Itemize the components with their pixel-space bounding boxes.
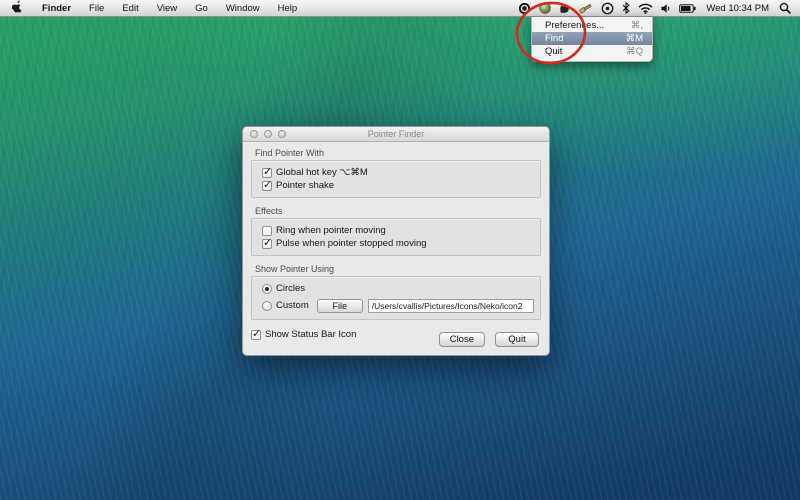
cat-icon[interactable]	[559, 3, 570, 14]
zoom-window-button[interactable]	[278, 130, 286, 138]
pointer-shake-checkbox[interactable]	[262, 181, 272, 191]
pointer-finder-window: Pointer Finder Find Pointer With Global …	[242, 126, 550, 356]
menu-help[interactable]: Help	[269, 0, 307, 16]
menu-bar-status-area: Wed 10:34 PM	[518, 0, 800, 16]
status-bar-icon-checkbox[interactable]	[251, 330, 261, 340]
group-find-pointer-with: Global hot key ⌥⌘M Pointer shake	[251, 160, 541, 198]
window-titlebar[interactable]: Pointer Finder	[243, 127, 549, 142]
apple-icon	[12, 0, 23, 16]
flashlight-icon[interactable]	[578, 2, 593, 15]
pulse-when-stopped-checkbox[interactable]	[262, 239, 272, 249]
menu-view[interactable]: View	[148, 0, 186, 16]
bluetooth-icon[interactable]	[622, 2, 630, 14]
radio-row-circles[interactable]: Circles	[258, 282, 534, 295]
traffic-lights	[250, 130, 286, 138]
globe-icon[interactable]	[539, 2, 551, 14]
quit-button[interactable]: Quit	[495, 332, 539, 347]
checkbox-row-pulse-when-stopped[interactable]: Pulse when pointer stopped moving	[258, 237, 534, 250]
window-content: Find Pointer With Global hot key ⌥⌘M Poi…	[243, 142, 549, 355]
footer-buttons: Close Quit	[439, 332, 541, 347]
menu-file[interactable]: File	[80, 0, 113, 16]
checkbox-row-status-bar-icon[interactable]: Show Status Bar Icon	[251, 328, 356, 341]
close-window-button[interactable]	[250, 130, 258, 138]
global-hot-key-checkbox[interactable]	[262, 168, 272, 178]
battery-icon[interactable]	[679, 4, 696, 13]
menu-item-preferences[interactable]: Preferences... ⌘,	[532, 19, 652, 32]
window-footer: Show Status Bar Icon Close Quit	[251, 328, 541, 347]
custom-path-field[interactable]	[368, 299, 534, 313]
status-item-menu: Preferences... ⌘, Find ⌘M Quit ⌘Q	[531, 17, 653, 62]
group-show-pointer-using: Circles Custom File	[251, 276, 541, 320]
menu-item-find[interactable]: Find ⌘M	[532, 32, 652, 45]
radio-row-custom: Custom File	[258, 297, 534, 314]
shortcut-preferences: ⌘,	[631, 20, 643, 31]
desktop: Finder File Edit View Go Window Help	[0, 0, 800, 500]
window-title: Pointer Finder	[243, 129, 549, 139]
spotlight-icon[interactable]	[779, 2, 791, 14]
circles-radio[interactable]	[262, 284, 272, 294]
custom-radio[interactable]	[262, 301, 272, 311]
checkbox-row-pointer-shake[interactable]: Pointer shake	[258, 179, 534, 192]
section-label-effects: Effects	[255, 206, 541, 216]
section-label-find-pointer-with: Find Pointer With	[255, 148, 541, 158]
menu-bar-clock[interactable]: Wed 10:34 PM	[704, 3, 771, 14]
menu-edit[interactable]: Edit	[113, 0, 147, 16]
volume-icon[interactable]	[661, 3, 671, 14]
close-button[interactable]: Close	[439, 332, 485, 347]
group-effects: Ring when pointer moving Pulse when poin…	[251, 218, 541, 256]
shortcut-quit: ⌘Q	[626, 46, 643, 57]
target-icon[interactable]	[601, 2, 614, 15]
section-label-show-pointer-using: Show Pointer Using	[255, 264, 541, 274]
menu-go[interactable]: Go	[186, 0, 217, 16]
checkbox-row-ring-when-moving[interactable]: Ring when pointer moving	[258, 224, 534, 237]
file-button[interactable]: File	[317, 299, 363, 313]
menu-bar-left: Finder File Edit View Go Window Help	[0, 0, 306, 16]
shortcut-find: ⌘M	[626, 33, 643, 44]
menu-finder[interactable]: Finder	[33, 0, 80, 16]
menu-window[interactable]: Window	[217, 0, 269, 16]
apple-menu[interactable]	[0, 0, 33, 16]
pointer-finder-icon[interactable]	[518, 2, 531, 15]
minimize-window-button[interactable]	[264, 130, 272, 138]
ring-when-moving-checkbox[interactable]	[262, 226, 272, 236]
menu-bar: Finder File Edit View Go Window Help	[0, 0, 800, 17]
checkbox-row-global-hot-key[interactable]: Global hot key ⌥⌘M	[258, 166, 534, 179]
menu-item-quit[interactable]: Quit ⌘Q	[532, 45, 652, 58]
wifi-icon[interactable]	[638, 3, 653, 14]
